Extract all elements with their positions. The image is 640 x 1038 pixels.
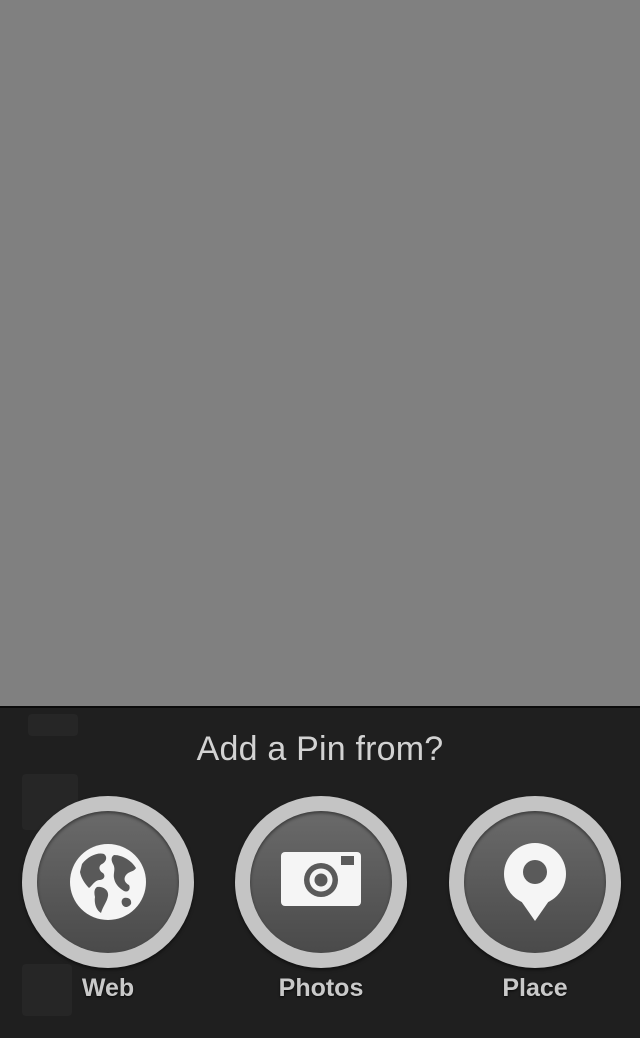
photos-option-button[interactable]: Photos xyxy=(235,796,407,1002)
option-disc xyxy=(464,811,606,953)
globe-icon xyxy=(70,844,146,920)
option-disc xyxy=(37,811,179,953)
place-label: Place xyxy=(502,974,568,1002)
add-pin-sheet: Add a Pin from? Web Photos Place xyxy=(0,706,640,1038)
photos-label: Photos xyxy=(278,974,364,1002)
map-pin-icon xyxy=(504,843,566,921)
dimmed-overlay[interactable] xyxy=(0,0,640,706)
option-disc xyxy=(250,811,392,953)
sheet-title: Add a Pin from? xyxy=(196,730,444,768)
camera-icon xyxy=(281,852,361,906)
web-label: Web xyxy=(81,974,135,1002)
web-option-button[interactable]: Web xyxy=(22,796,194,1002)
place-option-button[interactable]: Place xyxy=(449,796,621,1002)
